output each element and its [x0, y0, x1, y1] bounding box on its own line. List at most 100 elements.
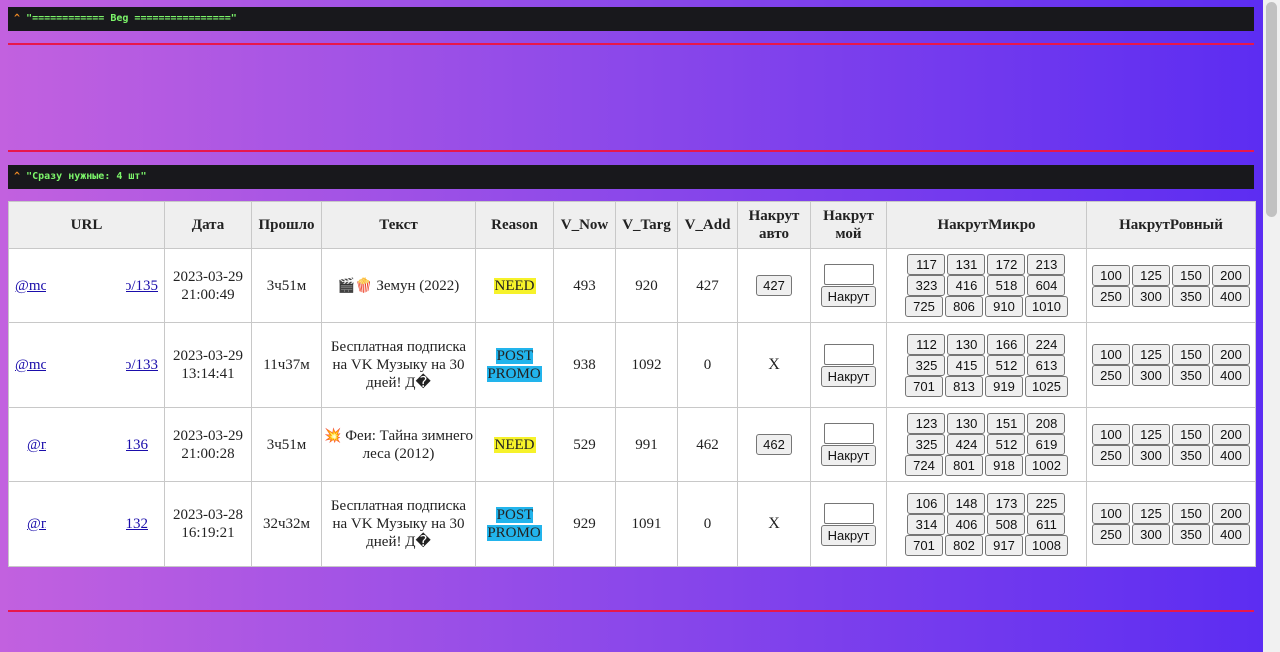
auto-boost-button[interactable]: 427	[756, 275, 792, 296]
even-boost-button[interactable]: 100	[1092, 264, 1130, 286]
even-boost-button[interactable]: 150	[1172, 344, 1210, 365]
even-boost-button[interactable]: 400	[1212, 524, 1250, 545]
micro-boost-button[interactable]: 508	[987, 513, 1026, 535]
even-boost-button[interactable]: 100	[1092, 423, 1130, 445]
micro-boost-button[interactable]: 225	[1027, 492, 1066, 514]
micro-boost-button[interactable]: 151	[987, 413, 1026, 434]
even-boost-button[interactable]: 200	[1212, 423, 1250, 445]
even-boost-button[interactable]: 350	[1172, 444, 1210, 466]
even-boost-button[interactable]: 400	[1212, 444, 1250, 466]
micro-boost-button[interactable]: 415	[947, 354, 986, 376]
even-boost-button[interactable]: 200	[1212, 264, 1250, 286]
micro-boost-button[interactable]: 325	[907, 434, 946, 455]
even-boost-button[interactable]: 300	[1132, 285, 1170, 307]
boost-amount-input[interactable]	[823, 264, 874, 285]
col-header-manual: Накрут мой	[810, 201, 887, 249]
post-link[interactable]: 136	[126, 436, 149, 454]
boost-button[interactable]: Накрут	[820, 524, 877, 546]
micro-boost-button[interactable]: 224	[1027, 333, 1066, 355]
micro-boost-button[interactable]: 130	[947, 333, 986, 355]
micro-boost-button[interactable]: 123	[907, 413, 946, 434]
micro-boost-button[interactable]: 213	[1027, 254, 1066, 275]
micro-boost-button[interactable]: 919	[985, 375, 1024, 397]
micro-boost-button[interactable]: 619	[1027, 434, 1066, 455]
page-scrollbar[interactable]	[1263, 0, 1280, 652]
even-boost-button[interactable]: 250	[1092, 444, 1130, 466]
micro-boost-button[interactable]: 725	[905, 296, 944, 317]
text-cell: 💥 Феи: Тайна зимнего леса (2012)	[321, 407, 476, 482]
micro-boost-button[interactable]: 1010	[1025, 296, 1068, 317]
micro-boost-button[interactable]: 512	[987, 354, 1026, 376]
micro-boost-button[interactable]: 416	[947, 275, 986, 296]
micro-boost-button[interactable]: 518	[987, 275, 1026, 296]
even-boost-button[interactable]: 300	[1132, 365, 1170, 386]
even-boost-button[interactable]: 250	[1092, 524, 1130, 545]
boost-amount-input[interactable]	[823, 423, 874, 444]
micro-boost-button[interactable]: 1002	[1025, 455, 1068, 476]
micro-boost-button[interactable]: 1025	[1025, 375, 1068, 397]
even-boost-button[interactable]: 350	[1172, 524, 1210, 545]
micro-boost-button[interactable]: 406	[947, 513, 986, 535]
micro-boost-button[interactable]: 724	[905, 455, 944, 476]
micro-boost-button[interactable]: 106	[907, 492, 946, 514]
even-boost-button[interactable]: 200	[1212, 344, 1250, 365]
even-boost-button[interactable]: 125	[1132, 503, 1170, 524]
micro-boost-button[interactable]: 917	[985, 534, 1024, 556]
micro-boost-button[interactable]: 424	[947, 434, 986, 455]
boost-button[interactable]: Накрут	[820, 365, 877, 387]
scrollbar-thumb[interactable]	[1266, 2, 1277, 217]
even-boost-button[interactable]: 350	[1172, 285, 1210, 307]
micro-boost-button[interactable]: 314	[907, 513, 946, 535]
even-boost-button[interactable]: 125	[1132, 423, 1170, 445]
micro-boost-button[interactable]: 910	[985, 296, 1024, 317]
auto-boost-button[interactable]: 462	[756, 434, 792, 455]
post-link[interactable]: @mc	[15, 277, 47, 295]
boost-button[interactable]: Накрут	[820, 445, 877, 466]
post-link[interactable]: 132	[126, 515, 149, 533]
boost-button[interactable]: Накрут	[820, 286, 877, 307]
micro-boost-button[interactable]: 1008	[1025, 534, 1068, 556]
even-boost-button[interactable]: 125	[1132, 344, 1170, 365]
micro-boost-button[interactable]: 172	[987, 254, 1026, 275]
micro-boost-button[interactable]: 918	[985, 455, 1024, 476]
micro-boost-button[interactable]: 323	[907, 275, 946, 296]
micro-boost-button[interactable]: 166	[987, 333, 1026, 355]
micro-boost-button[interactable]: 813	[945, 375, 984, 397]
micro-boost-button[interactable]: 173	[987, 492, 1026, 514]
micro-boost-button[interactable]: 801	[945, 455, 984, 476]
micro-boost-button[interactable]: 112	[907, 333, 946, 355]
even-boost-button[interactable]: 150	[1172, 423, 1210, 445]
micro-boost-button[interactable]: 802	[945, 534, 984, 556]
micro-boost-button[interactable]: 208	[1027, 413, 1066, 434]
boost-amount-input[interactable]	[823, 502, 874, 524]
even-boost-button[interactable]: 200	[1212, 503, 1250, 524]
micro-boost-button[interactable]: 512	[987, 434, 1026, 455]
micro-boost-button[interactable]: 131	[947, 254, 986, 275]
even-boost-button[interactable]: 400	[1212, 365, 1250, 386]
even-boost-button[interactable]: 300	[1132, 524, 1170, 545]
micro-boost-button[interactable]: 604	[1027, 275, 1066, 296]
micro-boost-button[interactable]: 611	[1027, 513, 1066, 535]
even-boost-button[interactable]: 350	[1172, 365, 1210, 386]
even-boost-button[interactable]: 125	[1132, 264, 1170, 286]
micro-boost-button[interactable]: 613	[1027, 354, 1066, 376]
post-link[interactable]: o/133	[124, 356, 158, 374]
micro-boost-button[interactable]: 806	[945, 296, 984, 317]
micro-boost-button[interactable]: 117	[907, 254, 946, 275]
even-boost-button[interactable]: 100	[1092, 503, 1130, 524]
micro-boost-button[interactable]: 701	[905, 534, 944, 556]
even-boost-button[interactable]: 300	[1132, 444, 1170, 466]
micro-boost-button[interactable]: 148	[947, 492, 986, 514]
boost-amount-input[interactable]	[823, 343, 874, 365]
even-boost-button[interactable]: 400	[1212, 285, 1250, 307]
post-link[interactable]: o/135	[124, 277, 158, 295]
even-boost-button[interactable]: 250	[1092, 365, 1130, 386]
even-boost-button[interactable]: 250	[1092, 285, 1130, 307]
post-link[interactable]: @mc	[15, 356, 47, 374]
micro-boost-button[interactable]: 130	[947, 413, 986, 434]
even-boost-button[interactable]: 150	[1172, 503, 1210, 524]
even-boost-button[interactable]: 100	[1092, 344, 1130, 365]
even-boost-button[interactable]: 150	[1172, 264, 1210, 286]
micro-boost-button[interactable]: 325	[907, 354, 946, 376]
micro-boost-button[interactable]: 701	[905, 375, 944, 397]
